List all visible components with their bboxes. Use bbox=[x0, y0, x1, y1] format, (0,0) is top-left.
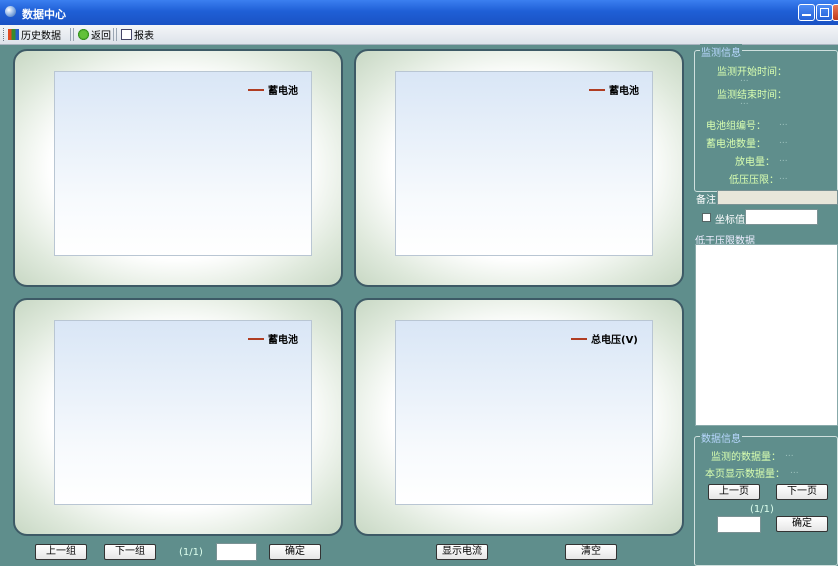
discharge-label: 放电量： bbox=[735, 157, 775, 168]
chart-panel-3: 蓄电池 bbox=[13, 298, 343, 536]
plot-area: 蓄电池 bbox=[54, 71, 312, 256]
close-button[interactable] bbox=[832, 4, 838, 21]
end-time-value: ... bbox=[740, 97, 749, 107]
back-arrow-icon bbox=[78, 29, 89, 40]
chart-legend: 蓄电池 bbox=[248, 331, 298, 346]
legend-label: 蓄电池 bbox=[268, 86, 298, 97]
remark-label: 备注 bbox=[696, 195, 716, 206]
start-time-label: 监测开始时间： bbox=[717, 67, 787, 78]
plot-area: 蓄电池 bbox=[395, 71, 653, 256]
group-goto-input[interactable] bbox=[216, 543, 257, 561]
chart-panel-1: 蓄电池 bbox=[13, 49, 343, 287]
monitored-count-label: 监测的数据量： bbox=[711, 452, 781, 463]
data-info-legend: 数据信息 bbox=[700, 430, 742, 445]
window-title: 数据中心 bbox=[22, 8, 66, 21]
chart-legend: 总电压(V) bbox=[571, 331, 638, 346]
toolbar-grip bbox=[3, 28, 6, 41]
minimize-icon bbox=[802, 8, 811, 16]
axis-value-checkbox[interactable] bbox=[702, 213, 711, 222]
page-count-value: ... bbox=[790, 466, 799, 476]
below-limit-data-list[interactable] bbox=[695, 244, 838, 426]
chart-legend: 蓄电池 bbox=[248, 82, 298, 97]
monitor-info-legend: 监测信息 bbox=[700, 44, 742, 59]
monitor-info-group: 监测信息 监测开始时间： ... 监测结束时间： ... 电池组编号： ... … bbox=[694, 44, 838, 192]
page-indicator: (1/1) bbox=[750, 504, 774, 515]
start-time-value: ... bbox=[740, 74, 749, 84]
chart-icon bbox=[8, 29, 19, 40]
page-confirm-button[interactable]: 确定 bbox=[776, 516, 828, 532]
data-info-group: 数据信息 监测的数据量： ... 本页显示数据量： ... 上一页 下一页 (1… bbox=[694, 430, 838, 566]
report-button[interactable]: 报表 bbox=[121, 28, 154, 42]
back-button[interactable]: 返回 bbox=[78, 28, 111, 42]
report-label: 报表 bbox=[134, 31, 154, 42]
toolbar-separator bbox=[73, 28, 74, 41]
page-goto-input[interactable] bbox=[717, 516, 761, 533]
discharge-value: ... bbox=[779, 154, 788, 164]
chart-legend: 蓄电池 bbox=[589, 82, 639, 97]
remark-input[interactable] bbox=[717, 190, 838, 205]
show-current-button[interactable]: 显示电流 bbox=[436, 544, 488, 560]
history-data-label: 历史数据 bbox=[21, 31, 61, 42]
legend-label: 蓄电池 bbox=[609, 86, 639, 97]
group-confirm-button[interactable]: 确定 bbox=[269, 544, 321, 560]
legend-line bbox=[571, 337, 587, 340]
legend-label: 蓄电池 bbox=[268, 335, 298, 346]
toolbar: 历史数据 返回 报表 bbox=[0, 25, 838, 45]
prev-page-button[interactable]: 上一页 bbox=[708, 484, 760, 500]
group-number-label: 电池组编号： bbox=[706, 121, 766, 132]
legend-line bbox=[248, 88, 264, 91]
legend-line bbox=[248, 337, 264, 340]
plot-area: 总电压(V) bbox=[395, 320, 653, 505]
side-panel: 监测信息 监测开始时间： ... 监测结束时间： ... 电池组编号： ... … bbox=[691, 44, 838, 566]
prev-group-button[interactable]: 上一组 bbox=[35, 544, 87, 560]
back-label: 返回 bbox=[91, 31, 111, 42]
clear-button[interactable]: 清空 bbox=[565, 544, 617, 560]
legend-line bbox=[589, 88, 605, 91]
low-voltage-limit-label: 低压压限： bbox=[729, 175, 779, 186]
low-voltage-limit-value: ... bbox=[779, 172, 788, 182]
plot-area: 蓄电池 bbox=[54, 320, 312, 505]
history-data-button[interactable]: 历史数据 bbox=[8, 28, 61, 42]
next-page-button[interactable]: 下一页 bbox=[776, 484, 828, 500]
battery-count-label: 蓄电池数量： bbox=[706, 139, 766, 150]
toolbar-separator bbox=[113, 28, 114, 41]
maximize-icon bbox=[820, 8, 829, 17]
monitored-count-value: ... bbox=[785, 449, 794, 459]
group-number-value: ... bbox=[779, 118, 788, 128]
axis-value-input[interactable] bbox=[745, 209, 818, 225]
app-icon bbox=[5, 6, 16, 17]
battery-count-value: ... bbox=[779, 136, 788, 146]
end-time-label: 监测结束时间： bbox=[717, 90, 787, 101]
title-bar: 数据中心 bbox=[0, 0, 838, 25]
chart-panel-2: 蓄电池 bbox=[354, 49, 684, 287]
legend-label: 总电压(V) bbox=[591, 335, 638, 346]
toolbar-separator bbox=[70, 28, 71, 41]
page-count-label: 本页显示数据量： bbox=[705, 469, 785, 480]
axis-value-label: 坐标值 bbox=[715, 215, 745, 226]
chart-panel-4: 总电压(V) bbox=[354, 298, 684, 536]
maximize-button[interactable] bbox=[816, 4, 833, 21]
group-page-indicator: (1/1) bbox=[179, 547, 203, 558]
next-group-button[interactable]: 下一组 bbox=[104, 544, 156, 560]
minimize-button[interactable] bbox=[798, 4, 815, 21]
report-icon bbox=[121, 29, 132, 40]
toolbar-separator bbox=[116, 28, 117, 41]
